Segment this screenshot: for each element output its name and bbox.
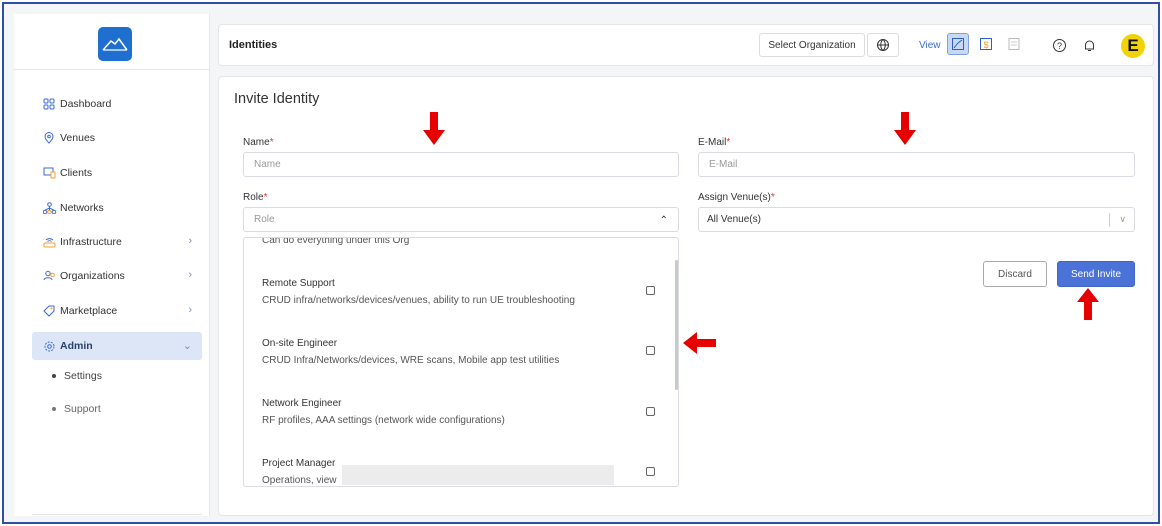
role-option-name: Network Engineer: [262, 398, 342, 409]
sidebar-item-label: Marketplace: [60, 305, 118, 317]
svg-text:?: ?: [1057, 41, 1062, 51]
chevron-right-icon: ›: [188, 235, 192, 247]
router-icon: [42, 235, 56, 249]
screenshot-frame: Dashboard Venues Clients Networks Infras…: [2, 2, 1160, 524]
role-option-checkbox[interactable]: [646, 286, 655, 295]
sidebar-item-label: Infrastructure: [60, 236, 122, 248]
sidebar-item-label: Admin: [60, 340, 93, 352]
chevron-down-icon: ⌄: [182, 340, 192, 352]
map-pin-icon: [42, 131, 56, 145]
top-header: Identities Select Organization View $ ? …: [218, 24, 1154, 66]
dropdown-scrollbar[interactable]: [675, 260, 678, 390]
sidebar-item-infrastructure[interactable]: Infrastructure ›: [32, 228, 202, 256]
svg-text:$: $: [984, 40, 989, 50]
email-label: E-Mail*: [698, 137, 731, 148]
discard-button[interactable]: Discard: [983, 261, 1047, 287]
sidebar-item-label: Dashboard: [60, 98, 112, 110]
role-option-desc-partial: Can do everything under this Org: [262, 237, 410, 246]
send-invite-button[interactable]: Send Invite: [1057, 261, 1135, 287]
sidebar-item-dashboard[interactable]: Dashboard: [32, 90, 202, 118]
dashboard-icon: [42, 97, 56, 111]
chevron-up-icon: ⌃: [659, 215, 668, 226]
venue-value: All Venue(s): [707, 214, 761, 225]
page-title: Identities: [229, 39, 278, 51]
sidebar-item-marketplace[interactable]: Marketplace ›: [32, 297, 202, 325]
bullet-icon: [52, 374, 56, 379]
role-select[interactable]: Role ⌃: [243, 207, 679, 232]
role-label: Role*: [243, 192, 268, 203]
role-option-desc: CRUD Infra/Networks/devices, WRE scans, …: [262, 355, 560, 366]
users-icon: [42, 269, 56, 283]
logo-area: [14, 14, 210, 70]
view-grid-icon[interactable]: [1003, 33, 1025, 55]
sidebar-item-label: Clients: [60, 167, 93, 179]
role-option-network-engineer[interactable]: Network Engineer RF profiles, AAA settin…: [262, 398, 662, 426]
role-option-name: Remote Support: [262, 278, 335, 289]
gear-icon: [42, 339, 56, 353]
invite-identity-panel: Invite Identity Name* Name E-Mail* E-Mai…: [218, 76, 1154, 516]
bullet-icon: [52, 407, 56, 412]
sidebar-item-clients[interactable]: Clients: [32, 159, 202, 187]
venue-label: Assign Venue(s)*: [698, 192, 775, 203]
role-option-checkbox[interactable]: [646, 407, 655, 416]
chevron-down-icon: ∨: [1119, 214, 1126, 224]
role-option-on-site-engineer[interactable]: On-site Engineer CRUD Infra/Networks/dev…: [262, 338, 662, 366]
bell-icon[interactable]: [1081, 37, 1097, 53]
help-icon[interactable]: ?: [1051, 37, 1067, 53]
role-option-checkbox[interactable]: [646, 346, 655, 355]
name-label: Name*: [243, 137, 274, 148]
view-label: View: [919, 40, 941, 51]
select-separator: [1109, 213, 1110, 227]
chevron-right-icon: ›: [188, 269, 192, 281]
view-map-icon[interactable]: [947, 33, 969, 55]
name-input[interactable]: Name: [243, 152, 679, 177]
venue-select[interactable]: All Venue(s) ∨: [698, 207, 1135, 232]
sidebar-item-label: Venues: [60, 132, 96, 144]
sidebar-item-label: Networks: [60, 202, 104, 214]
sidebar-subitem-support[interactable]: Support: [52, 403, 101, 415]
redacted-area: [342, 465, 614, 485]
sidebar-item-admin[interactable]: Admin ⌄: [32, 332, 202, 360]
network-icon: [42, 201, 56, 215]
email-input[interactable]: E-Mail: [698, 152, 1135, 177]
role-option-remote-support[interactable]: Remote Support CRUD infra/networks/devic…: [262, 278, 662, 306]
sidebar-subitem-label: Support: [64, 403, 101, 415]
sidebar-subitem-settings[interactable]: Settings: [52, 370, 102, 382]
role-option-desc: CRUD infra/networks/devices/venues, abil…: [262, 295, 575, 306]
select-organization-button[interactable]: Select Organization: [759, 33, 865, 57]
app-logo[interactable]: [98, 27, 132, 61]
annotation-arrow-down-icon: [423, 112, 445, 145]
tag-icon: [42, 304, 56, 318]
role-option-name: On-site Engineer: [262, 338, 338, 349]
view-dollar-icon[interactable]: $: [975, 33, 997, 55]
sidebar-subitem-label: Settings: [64, 370, 102, 382]
sidebar-divider: [32, 514, 202, 515]
globe-icon[interactable]: [867, 33, 899, 57]
role-dropdown-list[interactable]: Can do everything under this Org Remote …: [243, 237, 679, 487]
annotation-arrow-up-icon: [1077, 288, 1099, 320]
role-placeholder: Role: [254, 214, 275, 225]
sidebar-item-label: Organizations: [60, 270, 125, 282]
sidebar-item-organizations[interactable]: Organizations ›: [32, 262, 202, 290]
annotation-arrow-down-icon: [894, 112, 916, 145]
avatar[interactable]: E: [1121, 34, 1145, 58]
chevron-right-icon: ›: [188, 304, 192, 316]
sidebar-item-networks[interactable]: Networks: [32, 194, 202, 222]
role-option-desc: RF profiles, AAA settings (network wide …: [262, 415, 505, 426]
devices-icon: [42, 166, 56, 180]
form-title: Invite Identity: [234, 91, 320, 107]
role-option-checkbox[interactable]: [646, 467, 655, 476]
sidebar: Dashboard Venues Clients Networks Infras…: [14, 14, 210, 516]
sidebar-item-venues[interactable]: Venues: [32, 124, 202, 152]
annotation-arrow-left-icon: [683, 332, 716, 354]
